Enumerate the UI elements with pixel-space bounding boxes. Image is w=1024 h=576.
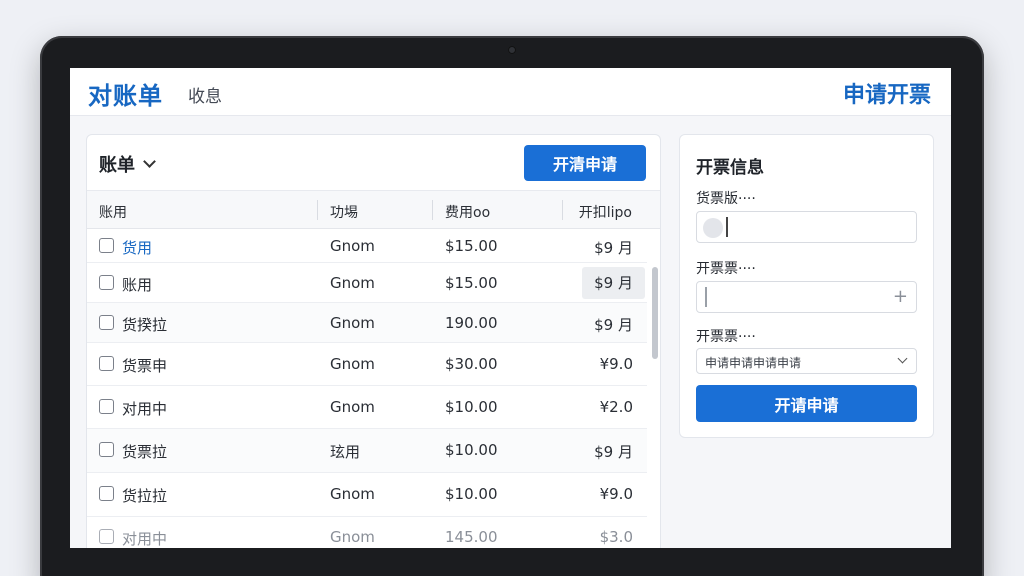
- row-checkbox[interactable]: [99, 238, 114, 253]
- column-header[interactable]: 账用: [99, 202, 127, 222]
- row-type: Gnom: [330, 237, 375, 255]
- row-amount: $10.00: [445, 398, 498, 416]
- table-row[interactable]: 账用 Gnom $15.00 $9 月: [87, 263, 647, 303]
- text-cursor: [705, 287, 707, 307]
- row-type: Gnom: [330, 398, 375, 416]
- row-amount: 190.00: [445, 314, 498, 332]
- row-type: Gnom: [330, 355, 375, 373]
- row-name: 货拉拉: [122, 487, 168, 505]
- table-row[interactable]: 货票拉 玹用 $10.00 $9 月: [87, 429, 647, 473]
- row-amount: $30.00: [445, 355, 498, 373]
- row-fee: ¥9.0: [599, 355, 633, 373]
- table-row[interactable]: 对用中 Gnom 145.00 $3.0: [87, 517, 647, 548]
- invoice-title-input[interactable]: +: [696, 281, 917, 313]
- row-type: Gnom: [330, 528, 375, 546]
- row-name[interactable]: 货用: [122, 237, 152, 258]
- row-name: 货票申: [122, 357, 168, 375]
- invoice-content-select[interactable]: 申请申请申请申请: [696, 348, 917, 374]
- apply-button[interactable]: 开清申请: [524, 145, 646, 181]
- row-type: Gnom: [330, 485, 375, 503]
- row-fee: ¥2.0: [599, 398, 633, 416]
- row-checkbox[interactable]: [99, 529, 114, 544]
- table-row[interactable]: 货票申 Gnom $30.00 ¥9.0: [87, 343, 647, 386]
- table-row[interactable]: 对用中 Gnom $10.00 ¥2.0: [87, 386, 647, 429]
- table-row[interactable]: 货用 Gnom $15.00 $9 月: [87, 229, 647, 263]
- field-label: 货票版····: [696, 191, 756, 207]
- bill-card: 账单 开清申请 账用 功埸 费用oo 开扣lipo 货用 Gnom $15.00…: [86, 134, 661, 548]
- field-label: 开票票····: [696, 261, 756, 277]
- table-row[interactable]: 货揆拉 Gnom 190.00 $9 月: [87, 303, 647, 343]
- page-title: 对账单: [88, 82, 163, 110]
- row-amount: $15.00: [445, 274, 498, 292]
- row-fee: $3.0: [599, 528, 633, 546]
- row-type: 玹用: [330, 443, 361, 461]
- row-checkbox[interactable]: [99, 486, 114, 501]
- submit-invoice-button[interactable]: 开请申请: [696, 385, 917, 422]
- app-screen: 对账单 收息 申请开票 货 掴 阝贝 昭 嗯 账单 开清申请 账用 功埸 费用o…: [70, 68, 951, 548]
- select-value: 申请申请申请申请: [705, 356, 802, 370]
- row-checkbox[interactable]: [99, 275, 114, 290]
- row-checkbox[interactable]: [99, 399, 114, 414]
- table-row[interactable]: 货拉拉 Gnom $10.00 ¥9.0: [87, 473, 647, 517]
- column-divider: [432, 200, 433, 220]
- row-amount: 145.00: [445, 528, 498, 546]
- chevron-down-icon: [143, 155, 156, 168]
- text-cursor: [726, 217, 728, 237]
- column-header[interactable]: 功埸: [330, 202, 358, 222]
- row-checkbox[interactable]: [99, 356, 114, 371]
- row-fee: ¥9.0: [599, 485, 633, 503]
- plus-icon[interactable]: +: [893, 286, 908, 307]
- column-header[interactable]: 费用oo: [445, 202, 490, 222]
- row-fee: $9 月: [594, 443, 633, 461]
- scrollbar-thumb[interactable]: [652, 267, 658, 359]
- column-divider: [562, 200, 563, 220]
- table-scrollbar[interactable]: [651, 229, 659, 548]
- invoice-info-title: 开票信息: [696, 158, 764, 178]
- row-fee: $9 月: [594, 316, 633, 334]
- row-amount: $15.00: [445, 237, 498, 255]
- camera-dot: [508, 46, 516, 54]
- invoice-type-input[interactable]: [696, 211, 917, 243]
- column-divider: [317, 200, 318, 220]
- bill-card-header: 账单 开清申请: [87, 135, 660, 191]
- row-checkbox[interactable]: [99, 315, 114, 330]
- row-checkbox[interactable]: [99, 442, 114, 457]
- row-name: 对用中: [122, 530, 168, 548]
- chevron-down-icon: [897, 353, 908, 364]
- row-fee: $9 月: [594, 239, 633, 257]
- invoice-info-card: 开票信息 货票版···· 开票票···· + 开票票···· 申请申请申请申请 …: [679, 134, 934, 438]
- row-name: 货揆拉: [122, 316, 168, 334]
- app-header: 对账单 收息 申请开票: [70, 68, 951, 116]
- row-name: 账用: [122, 276, 153, 294]
- apply-invoice-link[interactable]: 申请开票: [843, 77, 931, 109]
- table-header: 账用 功埸 费用oo 开扣lipo: [87, 191, 660, 229]
- row-name: 对用中: [122, 400, 168, 418]
- row-amount: $10.00: [445, 441, 498, 459]
- tab-receipts[interactable]: 收息: [188, 82, 222, 107]
- row-type: Gnom: [330, 274, 375, 292]
- row-name: 货票拉: [122, 443, 168, 461]
- row-fee[interactable]: $9 月: [582, 267, 645, 299]
- row-amount: $10.00: [445, 485, 498, 503]
- bill-dropdown[interactable]: 账单: [99, 151, 156, 177]
- avatar-placeholder-icon: [703, 218, 723, 238]
- bill-dropdown-label: 账单: [99, 155, 135, 176]
- row-type: Gnom: [330, 314, 375, 332]
- field-label: 开票票····: [696, 329, 756, 345]
- column-header[interactable]: 开扣lipo: [579, 202, 632, 222]
